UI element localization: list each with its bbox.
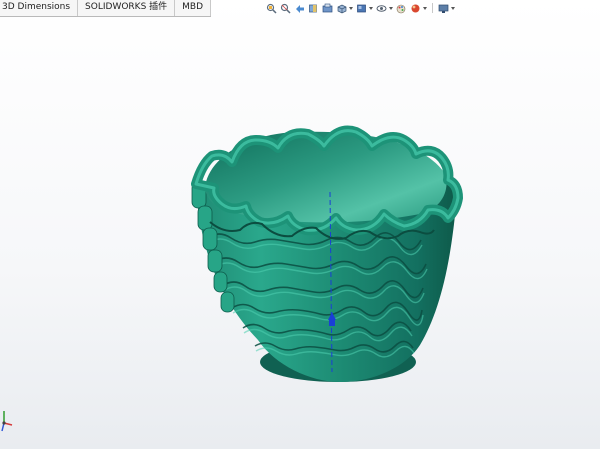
section-view-icon[interactable] (308, 2, 319, 14)
view-settings-icon[interactable] (438, 2, 449, 14)
toolbar-separator (432, 3, 433, 13)
tab-solidworks-addins[interactable]: SOLIDWORKS 插件 (78, 0, 176, 16)
tab-mbd[interactable]: MBD (175, 0, 212, 16)
apply-scene-icon[interactable] (410, 2, 421, 14)
display-style-icon[interactable] (356, 2, 367, 14)
view-orientation-icon[interactable] (336, 2, 347, 14)
solidworks-window: 3D Dimensions SOLIDWORKS 插件 MBD (0, 0, 600, 449)
zoom-to-fit-icon[interactable] (266, 2, 277, 14)
command-manager-tabs: 3D Dimensions SOLIDWORKS 插件 MBD (0, 0, 212, 17)
reference-triad (1, 411, 13, 432)
chevron-down-icon[interactable] (389, 6, 393, 10)
edit-appearance-icon[interactable] (396, 2, 407, 14)
hide-show-items-icon[interactable] (376, 2, 387, 14)
heads-up-view-toolbar (266, 1, 455, 15)
previous-view-icon[interactable] (294, 2, 305, 14)
zoom-to-area-icon[interactable] (280, 2, 291, 14)
chevron-down-icon[interactable] (451, 6, 455, 10)
chevron-down-icon[interactable] (369, 6, 373, 10)
dynamic-annotation-view-icon[interactable] (322, 2, 333, 14)
chevron-down-icon[interactable] (423, 6, 427, 10)
tab-3d-dimensions[interactable]: 3D Dimensions (0, 0, 79, 16)
graphics-area[interactable] (0, 17, 600, 449)
chevron-down-icon[interactable] (349, 6, 353, 10)
model-wavy-pot[interactable] (0, 17, 600, 449)
